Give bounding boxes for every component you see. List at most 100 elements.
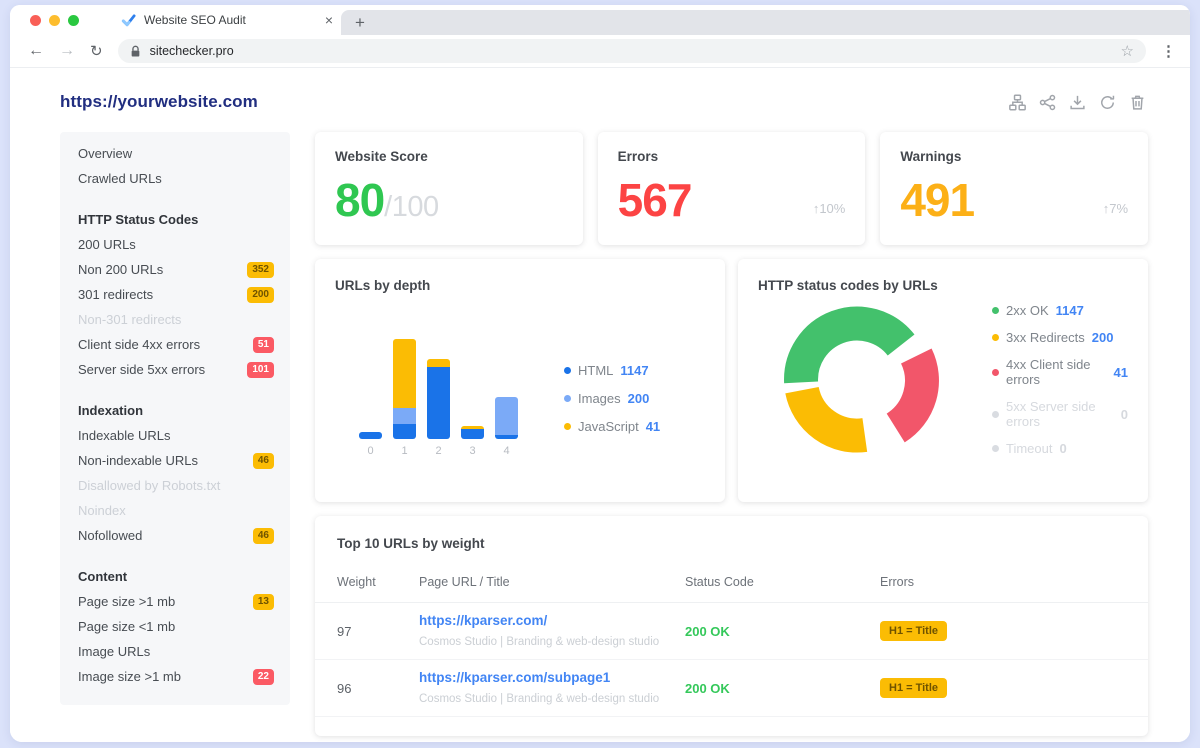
sidebar-item-non-200-urls[interactable]: Non 200 URLs352 — [78, 257, 274, 282]
count-badge: 46 — [253, 453, 274, 469]
browser-window: Website SEO Audit × + ← → ↻ sitechecker.… — [10, 5, 1190, 742]
column-header-errors: Errors — [880, 575, 1126, 589]
sitemap-icon[interactable] — [1009, 94, 1026, 111]
sidebar-item-label: Crawled URLs — [78, 171, 162, 186]
refresh-icon[interactable] — [1099, 94, 1116, 111]
warnings-card: Warnings 491 ↑7% — [880, 132, 1148, 245]
legend-value: 41 — [646, 419, 660, 434]
column-header-status-code: Status Code — [685, 575, 880, 589]
bar-segment-html — [359, 432, 382, 439]
errors-delta: ↑10% — [813, 201, 846, 223]
sidebar-item-label: Overview — [78, 146, 132, 161]
errors-value: 567 — [618, 179, 692, 223]
status-code-cell: 200 OK — [685, 624, 880, 639]
sidebar-item-overview[interactable]: Overview — [78, 141, 274, 166]
bar-x-label: 0 — [367, 445, 373, 457]
bookmark-star-icon[interactable]: ☆ — [1121, 44, 1134, 59]
legend-value: 41 — [1114, 365, 1128, 380]
sidebar-item-301-redirects[interactable]: 301 redirects 200 — [78, 282, 274, 307]
legend-value: 0 — [1121, 407, 1128, 422]
table-row: 96 https://kparser.com/subpage1 Cosmos S… — [315, 660, 1148, 717]
url-text: sitechecker.pro — [150, 44, 234, 58]
reload-button[interactable]: ↻ — [90, 44, 103, 59]
legend-dot — [564, 367, 571, 374]
count-badge: 51 — [253, 337, 274, 353]
tab-title: Website SEO Audit — [144, 13, 315, 27]
browser-menu-icon[interactable]: ⋮ — [1161, 42, 1176, 60]
download-icon[interactable] — [1069, 94, 1086, 111]
error-badge: H1 = Title — [880, 621, 947, 641]
sidebar-item-indexable-urls[interactable]: Indexable URLs — [78, 423, 274, 448]
bar-segment-html — [427, 367, 450, 439]
sidebar-item-server-5xx-errors[interactable]: Server side 5xx errors101 — [78, 357, 274, 382]
sidebar-item-nofollowed[interactable]: Nofollowed46 — [78, 523, 274, 548]
bar-segment-javascript — [393, 339, 416, 408]
legend-item-4xx: 4xx Client side errors 41 — [992, 357, 1128, 387]
sidebar-item-crawled-urls[interactable]: Crawled URLs — [78, 166, 274, 191]
weight-cell: 96 — [337, 681, 419, 696]
legend-item-3xx: 3xx Redirects 200 — [992, 330, 1128, 345]
sidebar-item-label: 301 redirects — [78, 287, 153, 302]
bar-depth-2: 2 — [427, 359, 450, 457]
bar-stack — [495, 397, 518, 439]
legend-item-2xx: 2xx OK 1147 — [992, 303, 1128, 318]
tab-close-icon[interactable]: × — [323, 13, 335, 27]
sidebar-item-noindex: Noindex — [78, 498, 274, 523]
sidebar-item-client-4xx-errors[interactable]: Client side 4xx errors 51 — [78, 332, 274, 357]
audited-site-url: https://yourwebsite.com — [60, 92, 258, 112]
page-content: https://yourwebsite.com — [10, 68, 1190, 742]
sidebar-item-label: Indexable URLs — [78, 428, 171, 443]
status-code-cell: 200 OK — [685, 681, 880, 696]
legend-label: Timeout — [1006, 441, 1052, 456]
sidebar-item-non-indexable-urls[interactable]: Non-indexable URLs46 — [78, 448, 274, 473]
sidebar-item-label: Image size >1 mb — [78, 669, 181, 684]
legend-label: HTML — [578, 363, 613, 378]
browser-tab[interactable]: Website SEO Audit × — [115, 5, 341, 35]
sidebar-item-label: Client side 4xx errors — [78, 337, 200, 352]
trash-icon[interactable] — [1129, 94, 1146, 111]
page-header: https://yourwebsite.com — [10, 68, 1190, 112]
bar-depth-0: 0 — [359, 432, 382, 457]
legend-dot — [992, 307, 999, 314]
page-url-link[interactable]: https://kparser.com/ — [419, 613, 685, 628]
bar-segment-html — [393, 424, 416, 439]
page-title-text: Cosmos Studio | Branding & web-design st… — [419, 693, 659, 705]
sidebar-item-image-size-gt1mb[interactable]: Image size >1 mb 22 — [78, 664, 274, 689]
chart-title: URLs by depth — [335, 278, 705, 293]
errors-cell: H1 = Title — [880, 621, 1126, 641]
main-panels: Website Score 80 /100 Errors — [315, 132, 1148, 736]
count-badge: 200 — [247, 287, 274, 303]
sidebar-item-label: Non-301 redirects — [78, 312, 181, 327]
count-badge: 101 — [247, 362, 274, 378]
column-header-page-url: Page URL / Title — [419, 575, 685, 589]
legend-dot — [992, 445, 999, 452]
page-title-text: Cosmos Studio | Branding & web-design st… — [419, 636, 659, 648]
close-window-button[interactable] — [30, 15, 41, 26]
back-button[interactable]: ← — [28, 43, 44, 59]
legend-item-5xx: 5xx Server side errors 0 — [992, 399, 1128, 429]
forward-button[interactable]: → — [59, 43, 75, 59]
minimize-window-button[interactable] — [49, 15, 60, 26]
sidebar-item-200-urls[interactable]: 200 URLs — [78, 232, 274, 257]
sidebar-item-label: Page size <1 mb — [78, 619, 175, 634]
legend-value: 200 — [628, 391, 650, 406]
lock-icon — [130, 45, 141, 58]
legend-dot — [564, 423, 571, 430]
new-tab-button[interactable]: + — [355, 14, 365, 31]
sidebar-item-image-urls[interactable]: Image URLs — [78, 639, 274, 664]
address-bar[interactable]: sitechecker.pro ☆ — [118, 39, 1146, 63]
charts-row: URLs by depth 01234 HTML 1147 — [315, 259, 1148, 502]
sidebar-item-page-size-gt1mb[interactable]: Page size >1 mb13 — [78, 589, 274, 614]
sidebar-item-page-size-lt1mb[interactable]: Page size <1 mb — [78, 614, 274, 639]
chart-title: HTTP status codes by URLs — [758, 278, 1128, 293]
page-url-link[interactable]: https://kparser.com/subpage1 — [419, 670, 685, 685]
count-badge: 22 — [253, 669, 274, 685]
share-icon[interactable] — [1039, 94, 1056, 111]
http-status-codes-card: HTTP status codes by URLs 2xx OK 1147 — [738, 259, 1148, 502]
card-title: Errors — [618, 149, 846, 164]
sidebar-item-label: Disallowed by Robots.txt — [78, 478, 220, 493]
bar-stack — [359, 432, 382, 439]
sidebar-item-label: Nofollowed — [78, 528, 142, 543]
legend-item-html: HTML 1147 — [564, 363, 660, 378]
zoom-window-button[interactable] — [68, 15, 79, 26]
